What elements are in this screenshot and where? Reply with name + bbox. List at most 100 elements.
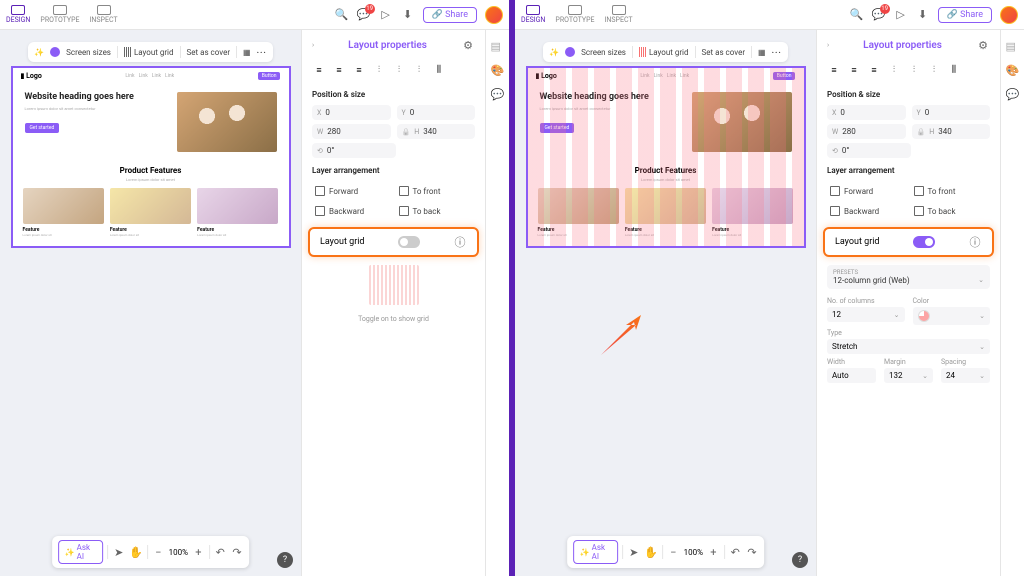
more-icon[interactable]: ··· [772,48,782,57]
align-left-icon[interactable]: ≡ [827,64,841,76]
backward-button[interactable]: Backward [827,203,907,219]
redo-icon[interactable]: ↷ [231,545,244,559]
height-field[interactable]: H340 [397,124,476,139]
align-right-icon[interactable]: ≡ [867,64,881,76]
canvas[interactable]: ✨ Screen sizes Layout grid Set as cover … [515,30,816,576]
download-icon[interactable]: ⬇ [916,8,930,22]
palette-icon[interactable]: 🎨 [1006,64,1020,78]
columns-field[interactable]: 12⌄ [827,307,905,322]
help-button[interactable]: ? [277,552,293,568]
zoom-level[interactable]: 100% [169,548,188,557]
share-button[interactable]: 🔗 Share [423,7,477,23]
align-left-icon[interactable]: ≡ [312,64,326,76]
comments-icon[interactable]: 💬 [872,8,886,22]
search-icon[interactable]: 🔍 [335,8,349,22]
toback-button[interactable]: To back [396,203,476,219]
x-field[interactable]: X0 [827,105,906,120]
align-right-icon[interactable]: ≡ [352,64,366,76]
width-field[interactable]: W280 [312,124,391,139]
ask-ai-button[interactable]: ✨ Ask AI [573,540,619,564]
share-button[interactable]: 🔗 Share [938,7,992,23]
color-dot-icon[interactable] [565,47,575,57]
cursor-icon[interactable]: ➤ [627,545,640,559]
play-icon[interactable]: ▷ [379,8,393,22]
forward-button[interactable]: Forward [312,183,392,199]
zoom-in-icon[interactable]: + [707,545,720,559]
align-middle-icon[interactable]: ⫶ [392,64,406,76]
zoom-out-icon[interactable]: − [667,545,680,559]
margin-field[interactable]: 132⌄ [884,368,933,383]
y-field[interactable]: Y0 [397,105,476,120]
type-field[interactable]: Stretch⌄ [827,339,990,354]
avatar[interactable] [1000,6,1018,24]
more-icon[interactable]: ··· [257,48,267,57]
y-field[interactable]: Y0 [912,105,991,120]
color-dot-icon[interactable] [50,47,60,57]
tab-design[interactable]: DESIGN [6,5,30,24]
screen-sizes-button[interactable]: Screen sizes [66,48,111,57]
layout-grid-toggle[interactable] [398,236,420,248]
settings-icon[interactable]: ⚙ [976,38,990,52]
forward-button[interactable]: Forward [827,183,907,199]
help-button[interactable]: ? [792,552,808,568]
spacing-field[interactable]: 24⌄ [941,368,990,383]
avatar[interactable] [485,6,503,24]
info-icon[interactable]: ⓘ [453,235,467,249]
collapse-icon[interactable]: › [312,41,314,49]
tab-prototype[interactable]: PROTOTYPE [555,5,594,24]
toback-button[interactable]: To back [911,203,991,219]
align-middle-icon[interactable]: ⫶ [907,64,921,76]
chat-icon[interactable]: 💬 [491,88,505,102]
distribute-icon[interactable]: ⫼ [432,64,446,76]
align-center-icon[interactable]: ≡ [332,64,346,76]
preset-select[interactable]: PRESETS 12-column grid (Web)⌄ [827,265,990,289]
width-field[interactable]: W280 [827,124,906,139]
layout-grid-button[interactable]: Layout grid [124,47,174,57]
collapse-icon[interactable]: › [827,41,829,49]
canvas[interactable]: ✨ Screen sizes Layout grid Set as cover … [0,30,301,576]
magic-icon[interactable]: ✨ [34,48,44,57]
info-icon[interactable]: ⓘ [968,235,982,249]
color-field[interactable]: ⌄ [913,307,991,325]
backward-button[interactable]: Backward [312,203,392,219]
zoom-in-icon[interactable]: + [192,545,205,559]
rotation-field[interactable]: ⟲0° [312,143,396,158]
layers-icon[interactable]: ▤ [1006,40,1020,54]
set-cover-button[interactable]: Set as cover [702,48,746,57]
cursor-icon[interactable]: ➤ [112,545,125,559]
lock-icon[interactable] [917,128,926,136]
hand-icon[interactable]: ✋ [644,545,658,559]
x-field[interactable]: X0 [312,105,391,120]
align-bottom-icon[interactable]: ⫶ [927,64,941,76]
distribute-icon[interactable]: ⫼ [947,64,961,76]
undo-icon[interactable]: ↶ [729,545,742,559]
ask-ai-button[interactable]: ✨ Ask AI [58,540,104,564]
magic-icon[interactable]: ✨ [549,48,559,57]
layout-grid-button[interactable]: Layout grid [639,47,689,57]
settings-icon[interactable]: ⚙ [461,38,475,52]
design-frame[interactable]: ▮ Logo LinkLinkLinkLink Button Website h… [11,66,291,248]
align-top-icon[interactable]: ⫶ [372,64,386,76]
set-cover-button[interactable]: Set as cover [187,48,231,57]
chat-icon[interactable]: 💬 [1006,88,1020,102]
hand-icon[interactable]: ✋ [129,545,143,559]
screen-sizes-button[interactable]: Screen sizes [581,48,626,57]
tofront-button[interactable]: To front [396,183,476,199]
checker-icon[interactable]: ▦ [243,48,251,57]
download-icon[interactable]: ⬇ [401,8,415,22]
align-bottom-icon[interactable]: ⫶ [412,64,426,76]
rotation-field[interactable]: ⟲0° [827,143,911,158]
align-top-icon[interactable]: ⫶ [887,64,901,76]
layers-icon[interactable]: ▤ [491,40,505,54]
zoom-level[interactable]: 100% [684,548,703,557]
zoom-out-icon[interactable]: − [152,545,165,559]
layout-grid-toggle[interactable] [913,236,935,248]
play-icon[interactable]: ▷ [894,8,908,22]
design-frame[interactable]: ▮ Logo LinkLinkLinkLink Button Website h… [526,66,806,248]
tab-prototype[interactable]: PROTOTYPE [40,5,79,24]
undo-icon[interactable]: ↶ [214,545,227,559]
palette-icon[interactable]: 🎨 [491,64,505,78]
redo-icon[interactable]: ↷ [746,545,759,559]
search-icon[interactable]: 🔍 [850,8,864,22]
comments-icon[interactable]: 💬 [357,8,371,22]
